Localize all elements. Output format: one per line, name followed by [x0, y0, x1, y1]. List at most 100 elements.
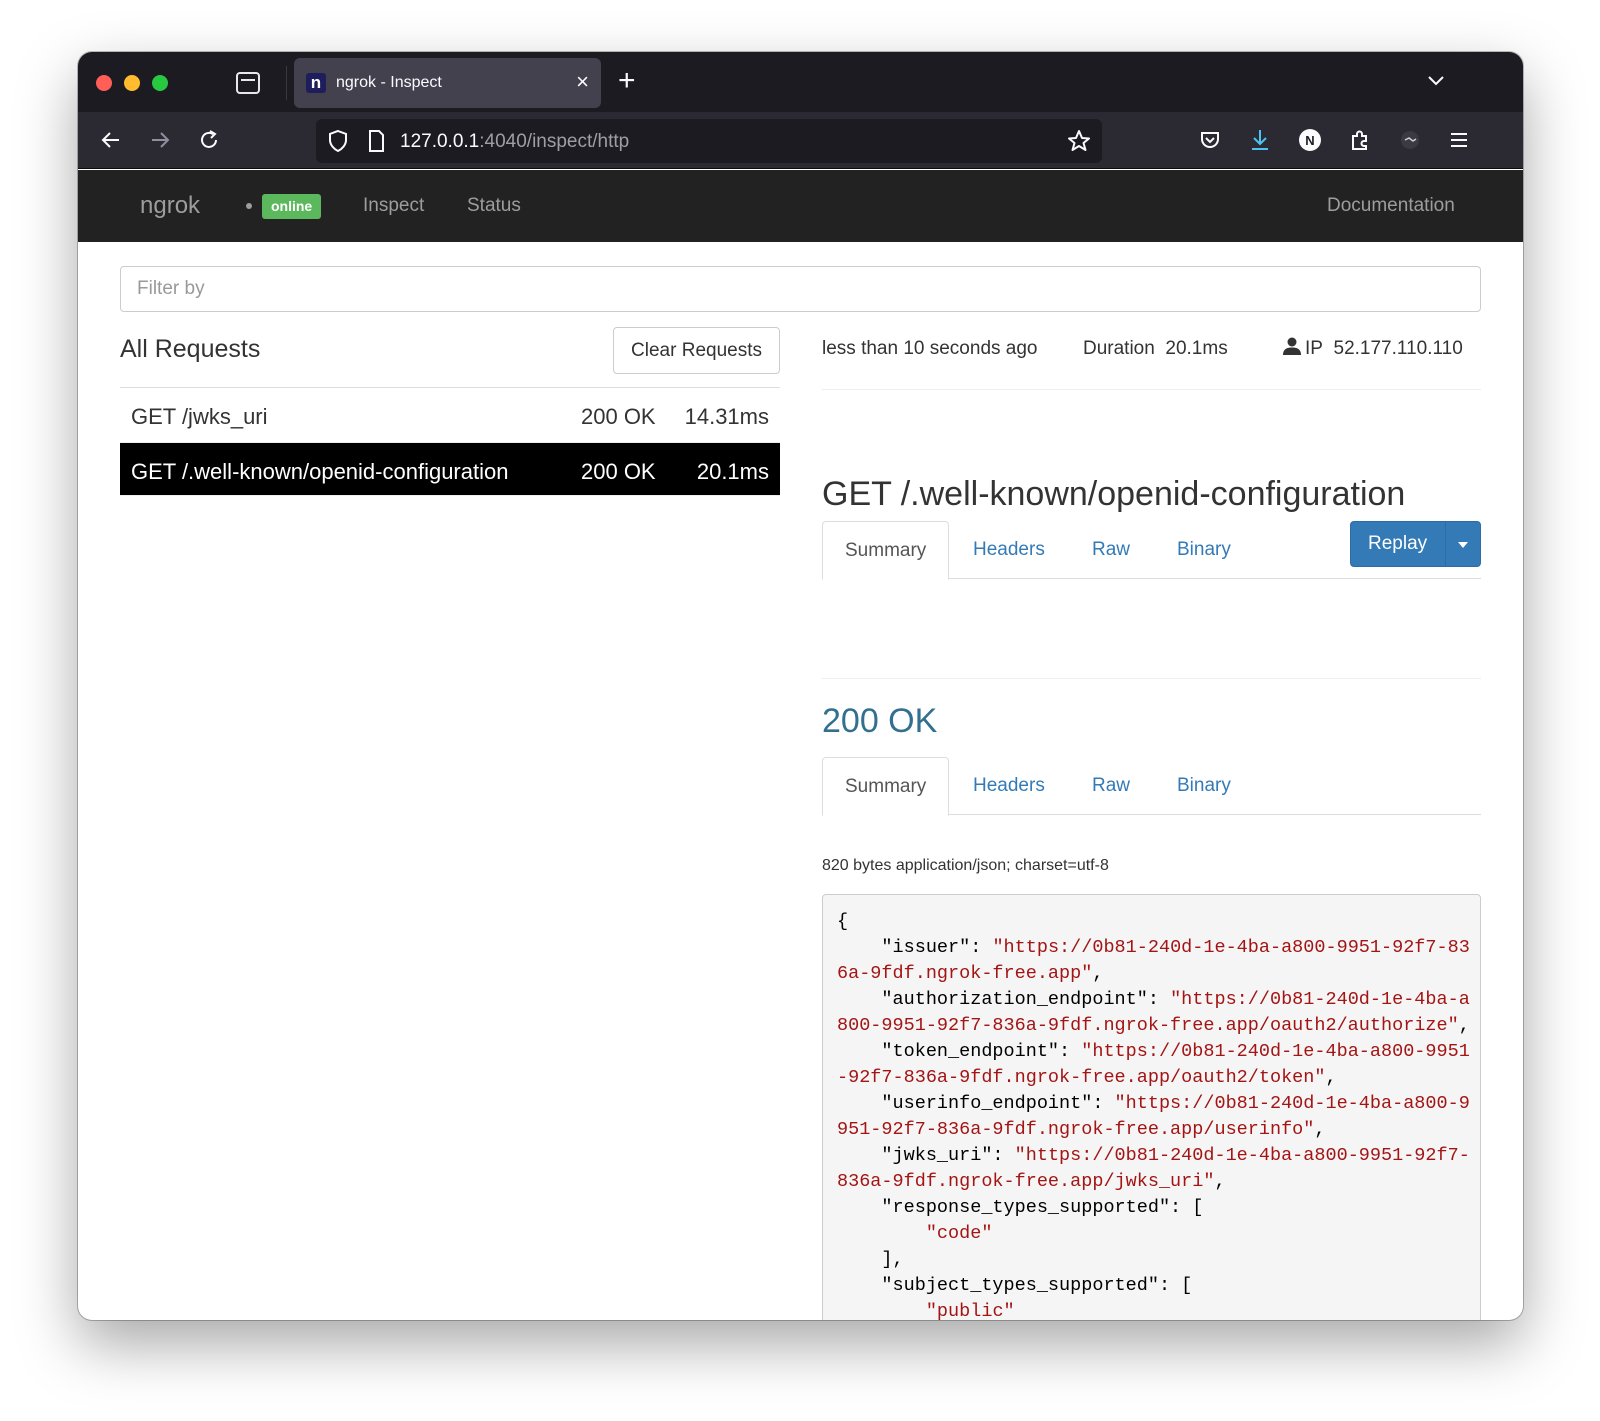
request-tabs: Summary Headers Raw Binary Replay — [822, 521, 1481, 580]
request-time: less than 10 seconds ago — [822, 338, 1038, 359]
extension-badge-icon[interactable] — [1395, 125, 1425, 155]
json-token: , — [1325, 1067, 1337, 1088]
extensions-icon[interactable] — [1345, 125, 1375, 155]
json-token: , — [1458, 1015, 1470, 1036]
request-path: GET /jwks_uri — [131, 404, 268, 429]
bookmark-star-icon[interactable] — [1064, 126, 1094, 156]
resp-tab-raw[interactable]: Raw — [1070, 757, 1152, 815]
request-duration: 14.31ms — [684, 404, 769, 429]
json-string: "https://0b81-240d-1e-4ba-a800-9 — [1114, 1093, 1470, 1114]
all-requests-heading: All Requests — [120, 335, 261, 363]
json-token: "token_endpoint": — [837, 1041, 1082, 1062]
browser-tab-active[interactable]: n ngrok - Inspect × — [294, 58, 601, 108]
new-tab-button[interactable]: + — [618, 64, 636, 98]
nav-status-link[interactable]: Status — [467, 195, 521, 217]
json-string: 951-92f7-836a-9fdf.ngrok-free.app/userin… — [837, 1119, 1315, 1140]
download-icon[interactable] — [1245, 125, 1275, 155]
zoom-window-button[interactable] — [152, 75, 168, 91]
request-row[interactable]: GET /jwks_uri 200 OK 14.31ms — [120, 388, 780, 443]
filter-input[interactable] — [120, 266, 1481, 312]
user-icon — [1283, 337, 1301, 355]
browser-toolbar: 127.0.0.1:4040/inspect/http N — [78, 112, 1523, 169]
chevron-down-icon[interactable] — [1421, 66, 1451, 96]
req-tab-raw[interactable]: Raw — [1070, 521, 1152, 579]
json-string: 6a-9fdf.ngrok-free.app" — [837, 963, 1093, 984]
browser-window: n ngrok - Inspect × + 127.0.0.1:4040/ins… — [78, 52, 1523, 1320]
shield-icon[interactable] — [323, 126, 353, 156]
code-line: 951-92f7-836a-9fdf.ngrok-free.app/userin… — [837, 1117, 1466, 1143]
divider — [822, 678, 1481, 679]
svg-text:N: N — [1305, 133, 1314, 148]
json-token: "response_types_supported": [ — [837, 1197, 1204, 1218]
resp-tab-headers[interactable]: Headers — [951, 757, 1067, 815]
replay-button[interactable]: Replay — [1350, 521, 1481, 567]
url-text[interactable]: 127.0.0.1:4040/inspect/http — [400, 131, 629, 153]
code-line: "response_types_supported": [ — [837, 1195, 1466, 1221]
json-token: "userinfo_endpoint": — [837, 1093, 1115, 1114]
json-token: "jwks_uri": — [837, 1145, 1015, 1166]
code-line: "userinfo_endpoint": "https://0b81-240d-… — [837, 1091, 1469, 1117]
ngrok-navbar: ngrok online Inspect Status Documentatio… — [78, 170, 1523, 242]
nav-inspect-link[interactable]: Inspect — [363, 195, 424, 217]
code-line: 836a-9fdf.ngrok-free.app/jwks_uri", — [837, 1169, 1466, 1195]
json-string: "https://0b81-240d-1e-4ba-a800-9951-92f7… — [1014, 1145, 1470, 1166]
page-icon[interactable] — [361, 126, 391, 156]
json-string: "code" — [925, 1223, 993, 1244]
json-string: "https://0b81-240d-1e-4ba-a — [1170, 989, 1470, 1010]
url-bar[interactable]: 127.0.0.1:4040/inspect/http — [316, 119, 1102, 163]
account-avatar-icon[interactable]: N — [1295, 125, 1325, 155]
req-tab-binary[interactable]: Binary — [1155, 521, 1253, 579]
req-tab-summary[interactable]: Summary — [822, 521, 950, 580]
code-line: ], — [837, 1247, 1466, 1273]
request-status: 200 OK — [581, 459, 656, 484]
ip-info: IP 52.177.110.110 — [1305, 338, 1463, 360]
duration-label: Duration — [1083, 338, 1155, 359]
json-token: , — [1314, 1119, 1326, 1140]
ngrok-favicon-icon: n — [306, 73, 326, 93]
code-line: "subject_types_supported": [ — [837, 1273, 1466, 1299]
url-host: 127.0.0.1 — [400, 131, 480, 152]
back-arrow-icon[interactable] — [96, 125, 126, 155]
response-tabs: Summary Headers Raw Binary — [822, 757, 1481, 816]
code-line: "jwks_uri": "https://0b81-240d-1e-4ba-a8… — [837, 1143, 1469, 1169]
pocket-icon[interactable] — [1195, 125, 1225, 155]
response-body[interactable]: { "issuer": "https://0b81-240d-1e-4ba-a8… — [822, 894, 1481, 1320]
status-badge: online — [262, 194, 322, 219]
json-token: { — [837, 911, 849, 932]
nav-documentation-link[interactable]: Documentation — [1327, 195, 1455, 217]
tab-close-icon[interactable]: × — [576, 70, 589, 94]
replay-label: Replay — [1368, 533, 1428, 554]
json-token: ], — [837, 1249, 904, 1270]
minimize-window-button[interactable] — [124, 75, 140, 91]
url-path: :4040/inspect/http — [479, 131, 630, 152]
close-window-button[interactable] — [96, 75, 112, 91]
json-token: , — [1214, 1171, 1226, 1192]
json-string: "public" — [925, 1301, 1015, 1320]
resp-tab-binary[interactable]: Binary — [1155, 757, 1253, 815]
reload-icon[interactable] — [194, 125, 224, 155]
json-token: , — [1092, 963, 1104, 984]
code-line: "code" — [837, 1221, 1466, 1247]
replay-split — [1445, 522, 1446, 566]
ip-label: IP — [1305, 338, 1323, 359]
response-status: 200 OK — [822, 702, 938, 740]
req-tab-headers[interactable]: Headers — [951, 521, 1067, 579]
hamburger-menu-icon[interactable] — [1444, 125, 1474, 155]
request-duration-info: Duration 20.1ms — [1083, 338, 1228, 360]
json-string: 800-9951-92f7-836a-9fdf.ngrok-free.app/o… — [837, 1015, 1459, 1036]
ip-value: 52.177.110.110 — [1333, 338, 1463, 359]
tab-overview-icon[interactable] — [236, 72, 260, 94]
tab-divider — [286, 66, 287, 100]
resp-tab-summary[interactable]: Summary — [822, 757, 950, 816]
divider — [822, 389, 1481, 390]
replay-dropdown-icon[interactable] — [1458, 542, 1468, 548]
brand-logo[interactable]: ngrok — [140, 192, 200, 220]
json-token: "issuer": — [837, 937, 993, 958]
forward-arrow-icon[interactable] — [145, 125, 175, 155]
code-line: "token_endpoint": "https://0b81-240d-1e-… — [837, 1039, 1469, 1065]
code-line: -92f7-836a-9fdf.ngrok-free.app/oauth2/to… — [837, 1065, 1466, 1091]
json-string: "https://0b81-240d-1e-4ba-a800-9951-92f7… — [992, 937, 1470, 958]
request-row-selected[interactable]: GET /.well-known/openid-configuration 20… — [120, 443, 780, 496]
clear-requests-button[interactable]: Clear Requests — [613, 327, 780, 374]
